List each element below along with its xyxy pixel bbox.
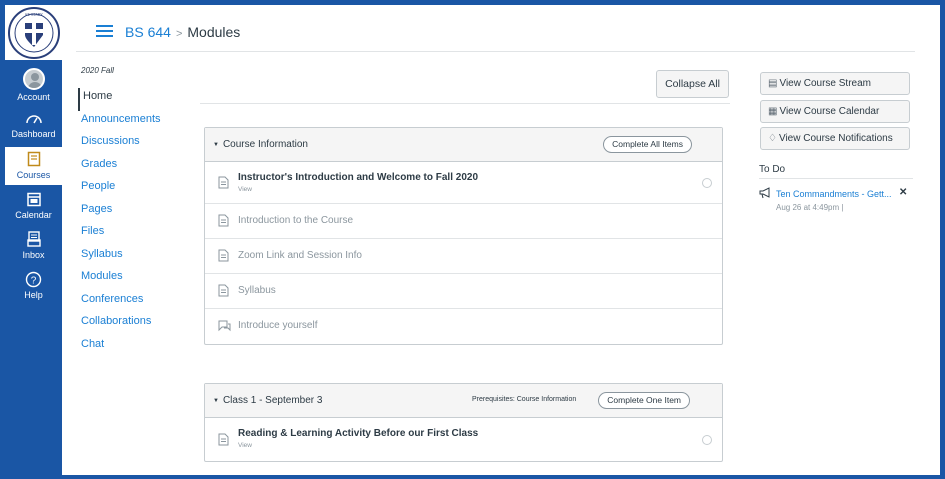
view-course-stream-button[interactable]: ▤ View Course Stream [760, 72, 910, 95]
course-nav-files[interactable]: Files [78, 223, 198, 246]
institution-logo[interactable]: ST. MARY [5, 5, 62, 60]
nav-help-label: Help [24, 290, 43, 300]
svg-text:?: ? [31, 276, 37, 287]
prerequisites-label: Prerequisites: Course Information [472, 396, 577, 403]
nav-dashboard-label: Dashboard [11, 129, 56, 139]
collapse-triangle-icon: ▼ [213, 142, 219, 148]
breadcrumb-separator: > [175, 28, 183, 40]
module-item-title: Syllabus [238, 285, 276, 296]
dashboard-icon [24, 110, 44, 128]
inbox-icon [24, 231, 44, 249]
nav-dashboard[interactable]: Dashboard [5, 110, 62, 144]
breadcrumb: BS 644 > Modules [125, 24, 240, 40]
module-item[interactable]: Zoom Link and Session Info [205, 239, 722, 274]
page-icon [218, 214, 230, 228]
page-icon [218, 284, 230, 298]
module-header[interactable]: ▼ Class 1 - September 3 Prerequisites: Co… [205, 384, 722, 418]
avatar [22, 68, 45, 90]
todo-item-link[interactable]: Ten Commandments - Gett... [776, 189, 892, 199]
book-icon [24, 151, 44, 169]
module-header[interactable]: ▼ Course Information Complete All Items [205, 128, 722, 162]
announcement-icon [759, 187, 772, 202]
requirement-pill: Complete All Items [603, 136, 692, 153]
bell-icon: ♢ [768, 133, 777, 144]
module-item[interactable]: Reading & Learning Activity Before our F… [205, 418, 722, 461]
course-nav-conferences[interactable]: Conferences [78, 291, 198, 314]
nav-inbox[interactable]: Inbox [5, 231, 62, 265]
todo-item-date: Aug 26 at 4:49pm | [776, 203, 844, 212]
discussion-icon [218, 319, 231, 333]
divider [759, 178, 913, 179]
nav-calendar[interactable]: Calendar [5, 191, 62, 225]
module-item-title: Zoom Link and Session Info [238, 250, 362, 261]
module-item-requirement: View [238, 442, 252, 449]
page-icon [218, 176, 230, 190]
breadcrumb-current: Modules [187, 24, 241, 40]
module-course-information: ▼ Course Information Complete All Items I… [204, 127, 723, 345]
seal-logo-icon: ST. MARY [7, 6, 60, 59]
nav-account[interactable]: Account [5, 65, 62, 103]
requirement-pill: Complete One Item [598, 392, 690, 409]
nav-courses-label: Courses [16, 170, 51, 180]
module-title[interactable]: ▼ Course Information [213, 139, 308, 150]
course-nav: 2020 Fall Home Announcements Discussions… [78, 66, 198, 358]
module-item[interactable]: Introduce yourself [205, 309, 722, 344]
page-icon [218, 249, 230, 263]
module-item-title: Introduce yourself [238, 320, 318, 331]
nav-calendar-label: Calendar [15, 210, 52, 220]
course-nav-pages[interactable]: Pages [78, 201, 198, 224]
page-header: BS 644 > Modules [76, 14, 915, 52]
module-item[interactable]: Syllabus [205, 274, 722, 309]
module-item-requirement: View [238, 186, 252, 193]
course-nav-chat[interactable]: Chat [78, 336, 198, 359]
close-icon[interactable]: ✕ [899, 187, 907, 198]
course-nav-announcements[interactable]: Announcements [78, 111, 198, 134]
course-nav-modules[interactable]: Modules [78, 268, 198, 291]
view-course-calendar-button[interactable]: ▦ View Course Calendar [760, 100, 910, 123]
nav-inbox-label: Inbox [22, 250, 45, 260]
module-item[interactable]: Instructor's Introduction and Welcome to… [205, 162, 722, 204]
calendar-icon [24, 191, 44, 209]
module-item-title: Introduction to the Course [238, 215, 354, 226]
module-item-title[interactable]: Instructor's Introduction and Welcome to… [238, 172, 478, 183]
module-title[interactable]: ▼ Class 1 - September 3 [213, 395, 322, 406]
help-icon: ? [24, 271, 44, 289]
breadcrumb-course-link[interactable]: BS 644 [125, 24, 171, 40]
nav-account-label: Account [17, 92, 50, 102]
page-icon [218, 433, 230, 447]
course-nav-collaborations[interactable]: Collaborations [78, 313, 198, 336]
completion-status-icon [702, 435, 712, 445]
term-label: 2020 Fall [81, 66, 114, 75]
hamburger-menu-icon[interactable] [96, 25, 113, 38]
course-nav-home[interactable]: Home [78, 88, 198, 111]
module-item-title[interactable]: Reading & Learning Activity Before our F… [238, 428, 478, 439]
course-nav-people[interactable]: People [78, 178, 198, 201]
course-nav-syllabus[interactable]: Syllabus [78, 246, 198, 269]
calendar-icon: ▦ [768, 106, 778, 117]
module-item[interactable]: Introduction to the Course [205, 204, 722, 239]
course-nav-discussions[interactable]: Discussions [78, 133, 198, 156]
collapse-triangle-icon: ▼ [213, 398, 219, 404]
collapse-all-button[interactable]: Collapse All [656, 70, 729, 98]
module-class-1: ▼ Class 1 - September 3 Prerequisites: Co… [204, 383, 723, 462]
svg-text:ST. MARY: ST. MARY [24, 12, 42, 17]
todo-heading: To Do [759, 164, 786, 175]
course-nav-grades[interactable]: Grades [78, 156, 198, 179]
divider [200, 103, 730, 104]
nav-help[interactable]: ? Help [5, 271, 62, 305]
view-course-notifications-button[interactable]: ♢ View Course Notifications [760, 127, 910, 150]
global-nav: ST. MARY Account Dashboard Courses Calen… [5, 5, 62, 475]
nav-courses[interactable]: Courses [5, 147, 62, 185]
stream-icon: ▤ [768, 78, 778, 89]
completion-status-icon [702, 178, 712, 188]
